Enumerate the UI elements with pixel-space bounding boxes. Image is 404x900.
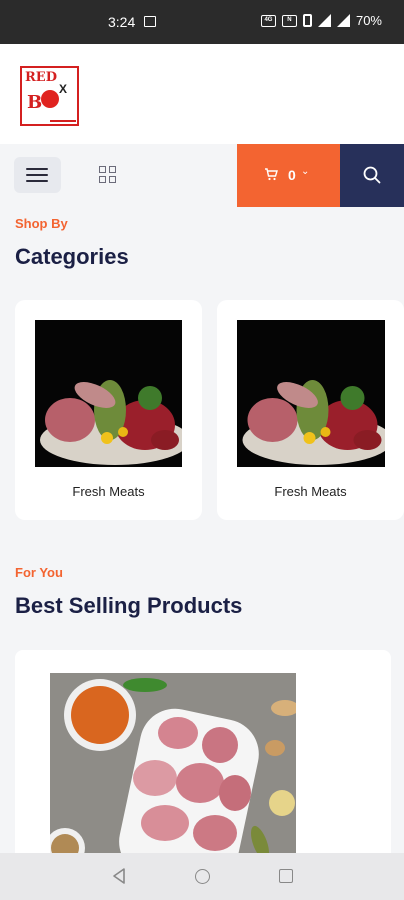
category-card[interactable]: Fresh Meats bbox=[217, 300, 404, 520]
logo-circle bbox=[41, 90, 59, 108]
back-icon[interactable] bbox=[112, 867, 126, 885]
cart-count: 0 bbox=[288, 167, 296, 183]
hamburger-icon bbox=[26, 168, 48, 182]
category-label: Fresh Meats bbox=[72, 484, 145, 499]
category-image bbox=[35, 320, 182, 467]
menu-button[interactable] bbox=[14, 157, 61, 193]
toolbar: 0 ⌄ bbox=[0, 144, 404, 207]
logo-underline bbox=[50, 120, 76, 122]
logo-text-x: X bbox=[59, 82, 68, 96]
wifi-4g-icon bbox=[317, 14, 331, 27]
cart-icon bbox=[265, 168, 278, 181]
categories-title: Categories bbox=[15, 244, 129, 269]
logo-text-red: RED bbox=[25, 70, 57, 85]
logo-text-b: B bbox=[27, 92, 43, 113]
product-image bbox=[50, 673, 296, 860]
image-notification-icon bbox=[144, 16, 156, 27]
search-icon bbox=[363, 166, 381, 184]
vibrate-icon bbox=[302, 14, 312, 27]
search-button[interactable] bbox=[340, 144, 404, 207]
grid-view-icon[interactable] bbox=[99, 166, 116, 183]
app-header: RED B X bbox=[0, 44, 404, 144]
status-bar: 3:24 4G N 70% bbox=[0, 0, 404, 44]
nfc-icon: N bbox=[281, 14, 297, 27]
status-icons: 4G N 70% bbox=[260, 13, 382, 28]
category-image bbox=[237, 320, 385, 467]
cart-button[interactable]: 0 ⌄ bbox=[237, 144, 340, 207]
category-label: Fresh Meats bbox=[274, 484, 347, 499]
category-card[interactable]: Fresh Meats bbox=[15, 300, 202, 520]
battery-percent: 70% bbox=[355, 13, 382, 28]
categories-eyebrow: Shop By bbox=[15, 216, 68, 231]
data-icon: 4G bbox=[260, 14, 276, 27]
system-nav-bar bbox=[0, 853, 404, 900]
product-card[interactable] bbox=[15, 650, 391, 860]
brand-logo[interactable]: RED B X bbox=[20, 66, 79, 126]
recents-icon[interactable] bbox=[279, 869, 293, 883]
products-eyebrow: For You bbox=[15, 565, 63, 580]
chevron-down-icon: ⌄ bbox=[301, 166, 310, 177]
signal-icon bbox=[336, 14, 350, 27]
status-time: 3:24 bbox=[108, 14, 136, 30]
home-icon[interactable] bbox=[195, 869, 210, 884]
products-title: Best Selling Products bbox=[15, 593, 243, 618]
